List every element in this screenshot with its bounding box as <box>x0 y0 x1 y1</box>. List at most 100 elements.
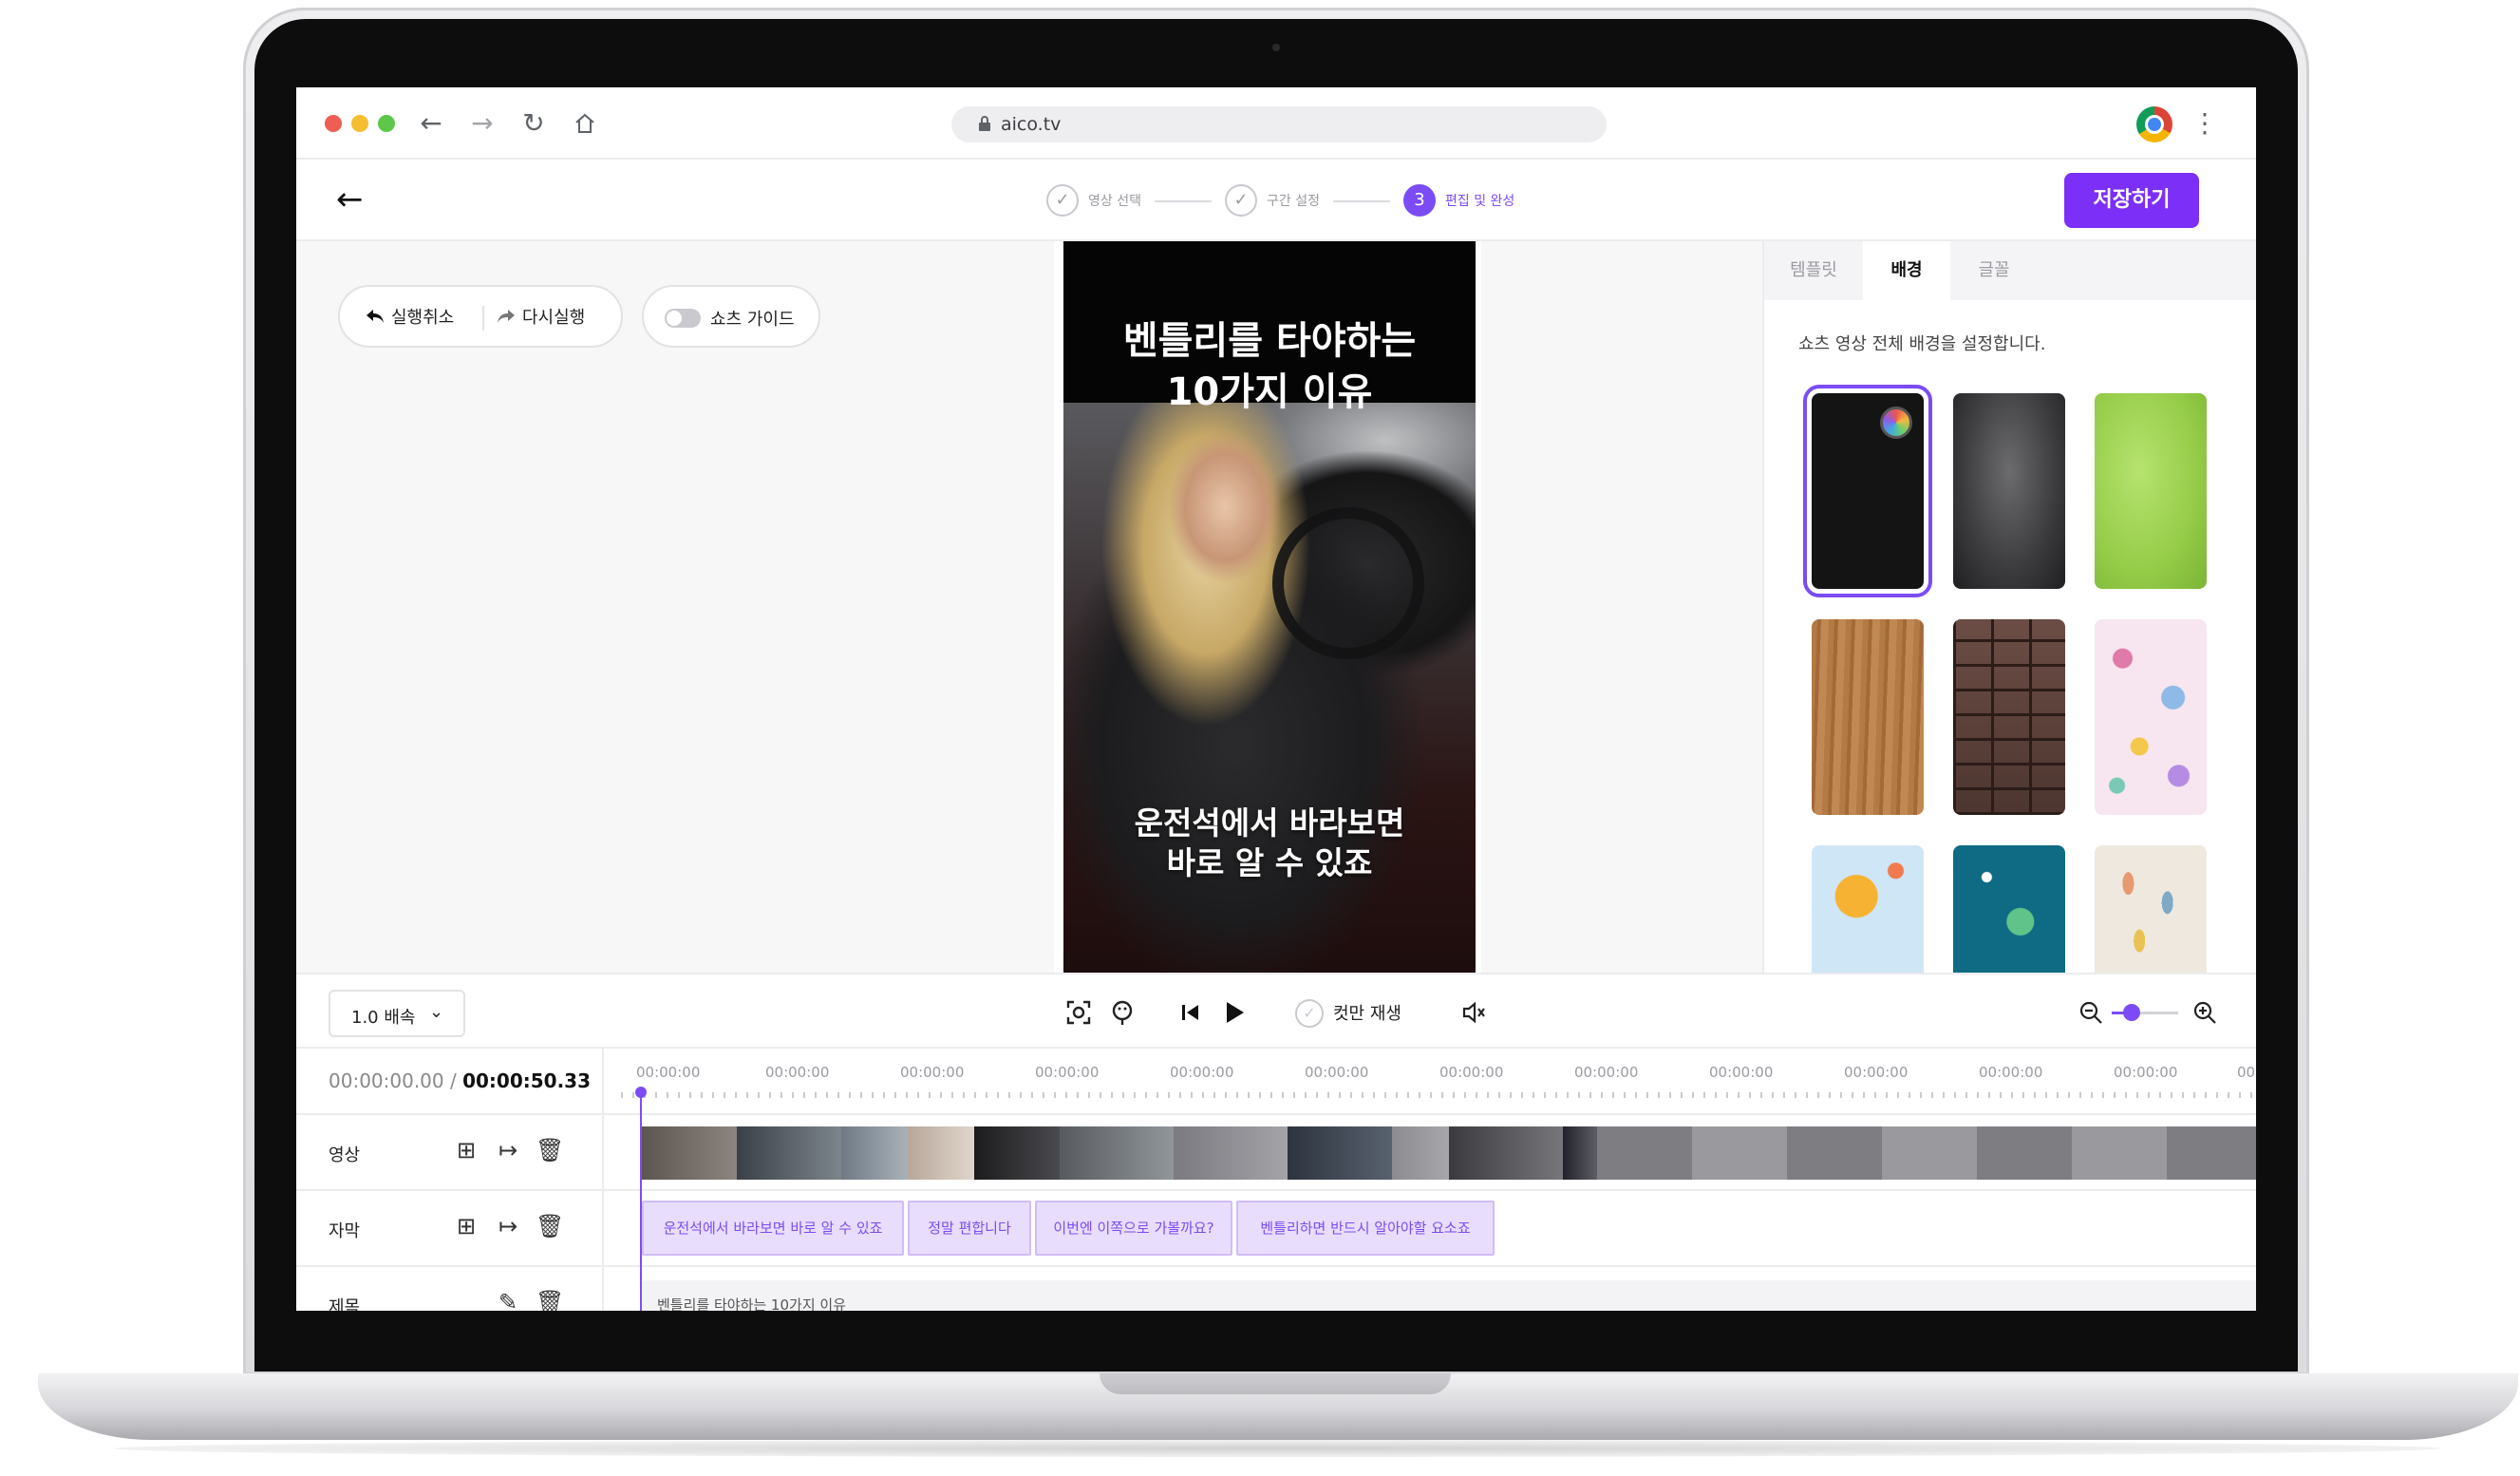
video-clip-strip[interactable] <box>642 1126 2256 1180</box>
maximize-window-button[interactable] <box>378 115 395 132</box>
play-icon[interactable] <box>1217 995 1251 1030</box>
ruler-dots <box>621 1092 2256 1098</box>
video-thumbnail <box>1060 1126 1174 1180</box>
trash-icon[interactable]: 🗑 <box>536 1212 564 1240</box>
video-thumbnail <box>1392 1126 1449 1180</box>
track-video: 영상 ⊞ ↦ 🗑 <box>296 1115 2256 1191</box>
background-brick[interactable] <box>1953 619 2065 815</box>
tab-background[interactable]: 배경 <box>1863 241 1950 300</box>
split-icon[interactable]: ↦ <box>494 1212 522 1240</box>
background-terrazzo[interactable] <box>2095 619 2207 815</box>
back-arrow-icon[interactable]: ← <box>336 180 374 218</box>
ruler-tick: 00:00:00 <box>765 1064 830 1081</box>
background-sun-pattern[interactable] <box>1812 845 1924 973</box>
check-icon[interactable]: ✓ <box>1295 999 1324 1028</box>
redo-label: 다시실행 <box>522 308 586 328</box>
video-thumbnail <box>642 1126 737 1180</box>
preview-photo <box>1063 403 1476 973</box>
steering-wheel <box>1272 507 1424 659</box>
video-thumbnail-inactive <box>1597 1126 2256 1180</box>
shorts-guide-toggle[interactable]: 쇼츠 가이드 <box>642 285 820 348</box>
subtitle-clip[interactable]: 정말 편합니다 <box>908 1201 1031 1256</box>
trash-icon[interactable]: 🗑 <box>536 1288 564 1311</box>
chevron-down-icon: ⌄ <box>429 1002 444 1022</box>
undo-button[interactable]: 실행취소 <box>365 304 454 329</box>
video-thumbnail <box>737 1126 841 1180</box>
track-label: 제목 <box>329 1297 361 1311</box>
background-dark-grunge[interactable] <box>1953 393 2065 589</box>
panel-description: 쇼츠 영상 전체 배경을 설정합니다. <box>1798 334 2046 354</box>
screenshot-icon[interactable] <box>1062 995 1096 1030</box>
redo-icon <box>498 310 515 323</box>
toggle-switch[interactable] <box>665 309 701 328</box>
title-clip[interactable]: 벤틀리를 타야하는 10가지 이유 <box>642 1280 2256 1311</box>
background-green-texture[interactable] <box>2095 393 2207 589</box>
cut-icon[interactable]: ⊞ <box>452 1212 480 1240</box>
track-label: 영상 <box>329 1145 361 1165</box>
zoom-in-icon[interactable] <box>2188 995 2222 1030</box>
preview-caption[interactable]: 운전석에서 바라보면 바로 알 수 있죠 <box>1063 804 1476 883</box>
ruler-tick: 00:00:00 <box>636 1064 701 1081</box>
back-arrow-icon[interactable]: ← <box>414 106 448 141</box>
minimize-window-button[interactable] <box>351 115 368 132</box>
tab-font[interactable]: 글꼴 <box>1950 241 2038 300</box>
playback-speed-select[interactable]: 1.0 배속 ⌄ <box>329 990 465 1037</box>
forward-arrow-icon[interactable]: → <box>465 106 499 141</box>
save-button[interactable]: 저장하기 <box>2064 173 2199 228</box>
home-icon[interactable] <box>568 106 602 141</box>
divider <box>482 306 484 331</box>
time-readout: 00:00:00.00 / 00:00:50.33 <box>329 1069 591 1092</box>
zoom-slider[interactable] <box>2112 1004 2178 1021</box>
redo-button[interactable]: 다시실행 <box>496 304 585 329</box>
skip-start-icon[interactable] <box>1174 995 1208 1030</box>
track-subtitle: 자막 ⊞ ↦ 🗑 운전석에서 바라보면 바로 알 수 있죠 정말 편합니다 이번… <box>296 1191 2256 1267</box>
background-teal-leaf-pattern[interactable] <box>1953 845 2065 973</box>
zoom-out-icon[interactable] <box>2074 995 2108 1030</box>
ruler-tick: 00:00:00 <box>1439 1064 1504 1081</box>
color-picker-icon[interactable] <box>1880 407 1912 439</box>
mute-icon[interactable] <box>1457 995 1491 1030</box>
check-icon: ✓ <box>1225 184 1257 217</box>
track-label: 자막 <box>329 1221 361 1241</box>
track-title: 제목 ✎ 🗑 벤틀리를 타야하는 10가지 이유 <box>296 1267 2256 1311</box>
preview-title[interactable]: 벤틀리를 타야하는 10가지 이유 <box>1063 315 1476 418</box>
app-header: ← ✓ 영상 선택 ✓ 구간 설정 3 편집 및 완성 저장하기 <box>296 160 2256 241</box>
video-preview[interactable]: 벤틀리를 타야하는 10가지 이유 운전석에서 바라보면 바로 알 수 있죠 <box>1063 241 1476 973</box>
ruler-tick: 00:00:00 <box>900 1064 965 1081</box>
ruler-tick: 00:00:00 <box>1574 1064 1639 1081</box>
laptop-shadow <box>114 1440 2440 1457</box>
cut-play-label[interactable]: 컷만 재생 <box>1333 1000 1401 1025</box>
video-thumbnail <box>1174 1126 1288 1180</box>
reload-icon[interactable]: ↻ <box>517 106 551 141</box>
screen: ← → ↻ aico.tv ⋮ ← ✓ 영상 선택 ✓ 구간 설정 3 편집 및… <box>296 87 2256 1311</box>
step-label: 편집 및 완성 <box>1445 194 1515 209</box>
video-thumbnail <box>841 1126 908 1180</box>
tab-template[interactable]: 템플릿 <box>1764 241 1863 300</box>
background-raindrop-pattern[interactable] <box>2095 845 2207 973</box>
background-black[interactable] <box>1803 385 1932 597</box>
step-number: 3 <box>1403 184 1436 217</box>
zoom-slider-thumb[interactable] <box>2123 1004 2140 1021</box>
cut-icon[interactable]: ⊞ <box>452 1136 480 1164</box>
pencil-icon[interactable]: ✎ <box>494 1288 522 1311</box>
laptop-notch <box>1100 1373 1451 1394</box>
playhead[interactable] <box>635 1087 647 1311</box>
background-wood[interactable] <box>1812 619 1924 815</box>
trash-icon[interactable]: 🗑 <box>536 1136 564 1164</box>
undo-label: 실행취소 <box>391 308 455 328</box>
undo-icon <box>367 310 384 323</box>
browser-menu-icon[interactable]: ⋮ <box>2191 106 2218 142</box>
subtitle-clip[interactable]: 운전석에서 바라보면 바로 알 수 있죠 <box>642 1201 904 1256</box>
ruler-tick: 00:00:00 <box>1170 1064 1234 1081</box>
undo-redo-group: 실행취소 다시실행 <box>338 285 623 348</box>
face-focus-icon[interactable] <box>1105 995 1139 1030</box>
address-bar[interactable]: aico.tv <box>951 106 1607 142</box>
close-window-button[interactable] <box>325 115 342 132</box>
subtitle-clip[interactable]: 벤틀리하면 반드시 알아야할 요소죠 <box>1236 1201 1495 1256</box>
editor-canvas-area: 실행취소 다시실행 쇼츠 가이드 <box>296 241 1054 973</box>
time-separator: / <box>443 1069 463 1092</box>
chrome-profile-icon[interactable] <box>2136 106 2172 142</box>
subtitle-clip[interactable]: 이번엔 이쪽으로 가볼까요? <box>1035 1201 1232 1256</box>
split-icon[interactable]: ↦ <box>494 1136 522 1164</box>
step-label: 구간 설정 <box>1267 194 1320 209</box>
